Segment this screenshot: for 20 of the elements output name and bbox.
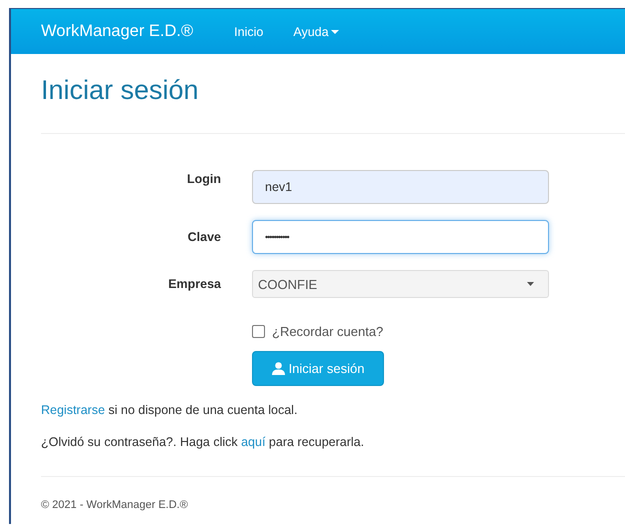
recover-link[interactable]: aquí (241, 435, 266, 449)
field-label: Empresa (167, 277, 221, 291)
company-select[interactable]: COONFIE (252, 270, 549, 298)
register-link[interactable]: Registrarse (41, 403, 105, 417)
login-field[interactable]: nev1 (252, 170, 549, 204)
field-label: Login (186, 172, 221, 186)
page-title: Iniciar sesión (41, 74, 200, 106)
checkbox-label: ¿Recordar cuenta? (272, 324, 384, 339)
brand-link[interactable]: WorkManager E.D.® (41, 22, 194, 41)
password-field[interactable]: ••••••••••• (252, 220, 549, 254)
remember-checkbox[interactable] (252, 325, 265, 338)
nav-link[interactable]: Inicio (234, 24, 264, 38)
register-text: Registrarse si no dispone de una cuenta local. (41, 402, 298, 418)
login-button[interactable]: Iniciar sesión (252, 351, 384, 386)
recover-text: ¿Olvidó su contraseña?. Haga click aquí para recuperarla. (41, 434, 366, 450)
nav-link[interactable]: Ayuda (293, 24, 339, 38)
dropdown-arrow-icon (527, 282, 534, 286)
footer-text: © 2021 - WorkManager E.D.® (41, 499, 189, 511)
field-label: Clave (186, 230, 221, 244)
user-icon (272, 362, 285, 375)
